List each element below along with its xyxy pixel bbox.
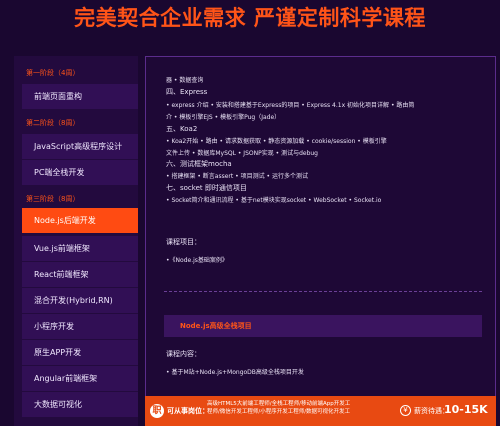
positions-label: 可从事岗位： xyxy=(167,407,209,415)
syllabus-line: 文件上传 • 数据库MySQL • JSONP实现 • 测试与debug xyxy=(166,150,318,157)
page-header: 完美契合企业需求 严谨定制科学课程 xyxy=(0,0,500,36)
syllabus-line: • 搭建框架 • 断言assert • 项目测试 • 运行多个测试 xyxy=(166,173,308,180)
sidebar-course-hybrid[interactable]: 混合开发(Hybrid,RN) xyxy=(22,288,138,313)
syllabus-heading: 六、测试框架mocha xyxy=(166,160,232,168)
positions-line: 高级HTML5大前端工程师/全栈工程师/移动前端App开发工 xyxy=(207,401,351,407)
sidebar-course-vue[interactable]: Vue.js前端框架 xyxy=(22,236,138,261)
stage-label-3: 第三阶段（8周） xyxy=(26,195,80,203)
course-content-heading: 课程内容： xyxy=(166,350,201,358)
sidebar-course-angular[interactable]: Angular前端框架 xyxy=(22,366,138,391)
project-heading: 课程项目： xyxy=(166,238,201,246)
positions-text: 高级HTML5大前端工程师/全栈工程师/移动前端App开发工 程师/微信开发工程… xyxy=(207,400,397,416)
syllabus-heading: 五、Koa2 xyxy=(166,125,198,133)
stage-label-1: 第一阶段（4周） xyxy=(26,69,80,77)
page-title: 完美契合企业需求 严谨定制科学课程 xyxy=(74,6,426,30)
sidebar-course-page-refactor[interactable]: 前端页面重构 xyxy=(22,84,138,109)
course-sidebar: 第一阶段（4周） 前端页面重构 第二阶段（8周） JavaScript高级程序设… xyxy=(14,56,138,426)
salary-value: 10-15K xyxy=(444,403,488,416)
section-title: Node.js高级全栈项目 xyxy=(180,322,252,330)
syllabus-line: • Koa2开始 • 路由 • 请求数据获取 • 静态资源加载 • cookie… xyxy=(166,138,387,145)
briefcase-icon: 职 xyxy=(150,404,164,418)
sidebar-course-miniprogram[interactable]: 小程序开发 xyxy=(22,314,138,339)
sidebar-course-data-visualization[interactable]: 大数据可视化 xyxy=(22,392,138,417)
section-title-bar: Node.js高级全栈项目 xyxy=(164,315,482,337)
syllabus-line: 介 • 模板引擎EJS • 模板引擎Pug（Jade） xyxy=(166,114,281,121)
syllabus-heading: 七、socket 即时通信项目 xyxy=(166,184,247,192)
sidebar-course-javascript[interactable]: JavaScript高级程序设计 xyxy=(22,134,138,159)
stage-label-2: 第二阶段（8周） xyxy=(26,119,80,127)
syllabus-line: • Socket简介和通讯流程 • 基于net模块实现socket • WebS… xyxy=(166,197,382,204)
syllabus-line: • express 介绍 • 安装和搭建基于Express的项目 • Expre… xyxy=(166,102,415,109)
positions-line: 程师/微信开发工程师/小程序开发工程师/数据可视化开发工 xyxy=(207,409,351,415)
salary-icon: ¥ xyxy=(400,405,411,416)
sidebar-course-react[interactable]: React前端框架 xyxy=(22,262,138,287)
sidebar-course-nodejs[interactable]: Node.js后端开发 xyxy=(22,208,138,233)
sidebar-course-native-app[interactable]: 原生APP开发 xyxy=(22,340,138,365)
project-item: •《Node.js基础案例》 xyxy=(166,257,228,264)
sidebar-course-pc-fullstack[interactable]: PC端全栈开发 xyxy=(22,160,138,185)
syllabus-heading: 四、Express xyxy=(166,88,208,96)
course-content-item: • 基于M站+Node.js+MongoDB高级全栈项目开发 xyxy=(166,369,304,376)
section-divider xyxy=(164,291,482,292)
career-salary-bar: 职 可从事岗位： 高级HTML5大前端工程师/全栈工程师/移动前端App开发工 … xyxy=(145,396,496,426)
syllabus-line: 器 • 数据查询 xyxy=(166,77,204,84)
course-detail-panel: 器 • 数据查询 四、Express • express 介绍 • 安装和搭建基… xyxy=(145,56,496,426)
